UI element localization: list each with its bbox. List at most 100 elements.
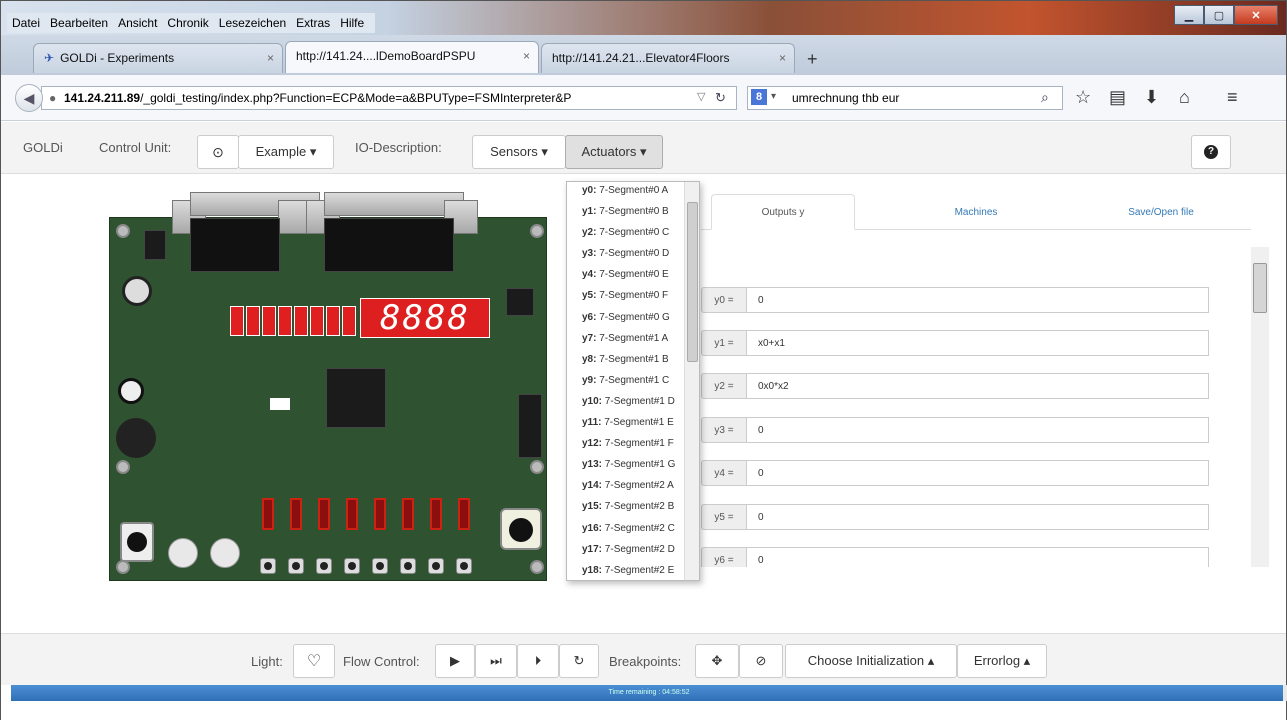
actuator-item[interactable]: y13: 7-Segment#1 G <box>567 456 685 477</box>
menu-extras[interactable]: Extras <box>291 13 335 33</box>
light-button[interactable]: ♡ <box>293 644 335 678</box>
connector-base <box>324 218 454 272</box>
actuator-item[interactable]: y11: 7-Segment#1 E <box>567 414 685 435</box>
bookmark-star-icon[interactable]: ☆ <box>1075 87 1091 108</box>
slide-switch <box>458 498 470 530</box>
sensors-dropdown[interactable]: Sensors ▾ <box>472 135 566 169</box>
actuators-menu: y0: 7-Segment#0 Ay1: 7-Segment#0 By2: 7-… <box>566 181 700 581</box>
download-icon[interactable]: ⬇ <box>1144 87 1159 108</box>
actuator-item[interactable]: y6: 7-Segment#0 G <box>567 309 685 330</box>
upload-button[interactable]: ⊙ <box>197 135 239 169</box>
close-window-button[interactable]: ✕ <box>1234 5 1278 25</box>
push-button <box>316 558 332 574</box>
actuator-name: 7-Segment#0 E <box>599 269 669 281</box>
actuator-item[interactable]: y2: 7-Segment#0 C <box>567 224 685 245</box>
actuators-dropdown[interactable]: Actuators ▾ <box>565 135 663 169</box>
tab-title: http://141.24.21...Elevator4Floors <box>552 51 730 65</box>
actuator-item[interactable]: y4: 7-Segment#0 E <box>567 266 685 287</box>
output-input[interactable]: 0 <box>747 287 1209 313</box>
browser-tab-elevator[interactable]: http://141.24.21...Elevator4Floors × <box>541 43 795 73</box>
minimize-button[interactable]: ▁ <box>1174 5 1204 25</box>
output-input[interactable]: 0 <box>747 460 1209 486</box>
actuator-item[interactable]: y0: 7-Segment#0 A <box>567 182 685 203</box>
actuator-item[interactable]: y1: 7-Segment#0 B <box>567 203 685 224</box>
menu-ansicht[interactable]: Ansicht <box>113 13 162 33</box>
tab-save-open[interactable]: Save/Open file <box>1071 194 1251 230</box>
menu-hilfe[interactable]: Hilfe <box>335 13 369 33</box>
help-button[interactable]: ? <box>1191 135 1231 169</box>
tab-close-icon[interactable]: × <box>779 51 786 65</box>
output-input[interactable]: 0 <box>747 547 1209 567</box>
globe-icon: ● <box>49 91 57 105</box>
output-label: y5 = <box>701 504 747 530</box>
new-tab-button[interactable]: + <box>807 49 818 70</box>
actuator-item[interactable]: y3: 7-Segment#0 D <box>567 245 685 266</box>
actuator-item[interactable]: y18: 7-Segment#2 E <box>567 562 685 580</box>
search-magnifier-icon[interactable]: ⌕ <box>1041 89 1049 106</box>
search-bar[interactable]: umrechnung thb eur <box>747 86 1063 110</box>
actuator-item[interactable]: y12: 7-Segment#1 F <box>567 435 685 456</box>
browser-tab-demoboard[interactable]: http://141.24....lDemoBoardPSPU × <box>285 41 539 73</box>
output-input[interactable]: 0 <box>747 417 1209 443</box>
actuators-menu-scrollbar[interactable] <box>684 182 699 580</box>
menu-datei[interactable]: Datei <box>7 13 45 33</box>
actuator-name: 7-Segment#0 G <box>599 311 670 323</box>
search-engine-dropdown-icon[interactable]: ▾ <box>771 91 776 102</box>
url-dropdown-icon[interactable]: ▽ <box>697 90 705 103</box>
add-breakpoint-button[interactable]: ✥ <box>695 644 739 678</box>
reset-button[interactable]: ↻ <box>559 644 599 678</box>
menu-lesezeichen[interactable]: Lesezeichen <box>214 13 291 33</box>
tab-close-icon[interactable]: × <box>523 49 530 63</box>
tab-machines[interactable]: Machines <box>881 194 1071 230</box>
search-engine-icon[interactable]: 8 <box>751 89 767 105</box>
actuator-item[interactable]: y14: 7-Segment#2 A <box>567 477 685 498</box>
search-input[interactable]: umrechnung thb eur <box>792 91 899 105</box>
reset-icon: ↻ <box>573 653 585 668</box>
slide-switch <box>402 498 414 530</box>
hamburger-menu-icon[interactable]: ≡ <box>1227 87 1238 108</box>
home-icon[interactable]: ⌂ <box>1179 87 1190 108</box>
output-row: y0 = 0 <box>701 287 1209 313</box>
url-bar[interactable]: 141.24.211.89/_goldi_testing/index.php?F… <box>41 86 737 110</box>
actuator-item[interactable]: y15: 7-Segment#2 B <box>567 498 685 519</box>
output-input[interactable]: 0 <box>747 504 1209 530</box>
actuator-item[interactable]: y9: 7-Segment#1 C <box>567 372 685 393</box>
choose-initialization-dropdown[interactable]: Choose Initialization ▴ <box>785 644 957 678</box>
menu-chronik[interactable]: Chronik <box>162 13 213 33</box>
tab-close-icon[interactable]: × <box>267 51 274 65</box>
time-progress-bar: Time remaining : 04:58:52 <box>11 685 1287 701</box>
menu-bearbeiten[interactable]: Bearbeiten <box>45 13 113 33</box>
actuators-menu-scrollbar-thumb[interactable] <box>687 202 698 362</box>
flow-control-label: Flow Control: <box>343 654 420 669</box>
maximize-button[interactable]: ▢ <box>1204 5 1234 25</box>
actuator-name: 7-Segment#2 D <box>604 543 675 555</box>
output-label: y1 = <box>701 330 747 356</box>
actuator-item[interactable]: y10: 7-Segment#1 D <box>567 393 685 414</box>
reload-icon[interactable]: ↻ <box>715 90 726 106</box>
back-button[interactable]: ◀ <box>15 84 43 112</box>
ic-chip <box>506 288 534 316</box>
breakpoints-label: Breakpoints: <box>609 654 682 669</box>
reading-list-icon[interactable]: ▤ <box>1109 87 1126 108</box>
demo-board-image: 8888 <box>109 192 547 581</box>
clear-breakpoints-button[interactable]: ⊘ <box>739 644 783 678</box>
actuator-item[interactable]: y8: 7-Segment#1 B <box>567 351 685 372</box>
output-input[interactable]: 0x0*x2 <box>747 373 1209 399</box>
tab-outputs[interactable]: Outputs y <box>711 194 855 230</box>
run-button[interactable]: ▶ <box>435 644 475 678</box>
tab-title: GOLDi - Experiments <box>60 51 175 65</box>
panel-scrollbar-thumb[interactable] <box>1253 263 1267 313</box>
step-single-button[interactable]: ⏵ <box>517 644 559 678</box>
capacitor <box>144 230 166 260</box>
actuator-item[interactable]: y16: 7-Segment#2 C <box>567 520 685 541</box>
actuator-item[interactable]: y7: 7-Segment#1 A <box>567 330 685 351</box>
navigation-bar: 141.24.211.89/_goldi_testing/index.php?F… <box>1 75 1286 121</box>
errorlog-dropdown[interactable]: Errorlog ▴ <box>957 644 1047 678</box>
browser-tab-goldi[interactable]: ✈ GOLDi - Experiments × <box>33 43 283 73</box>
output-input[interactable]: x0+x1 <box>747 330 1209 356</box>
step-button[interactable]: ⏭ <box>475 644 517 678</box>
actuator-item[interactable]: y17: 7-Segment#2 D <box>567 541 685 562</box>
led <box>342 306 356 336</box>
actuator-item[interactable]: y5: 7-Segment#0 F <box>567 287 685 308</box>
example-dropdown[interactable]: Example ▾ <box>238 135 334 169</box>
